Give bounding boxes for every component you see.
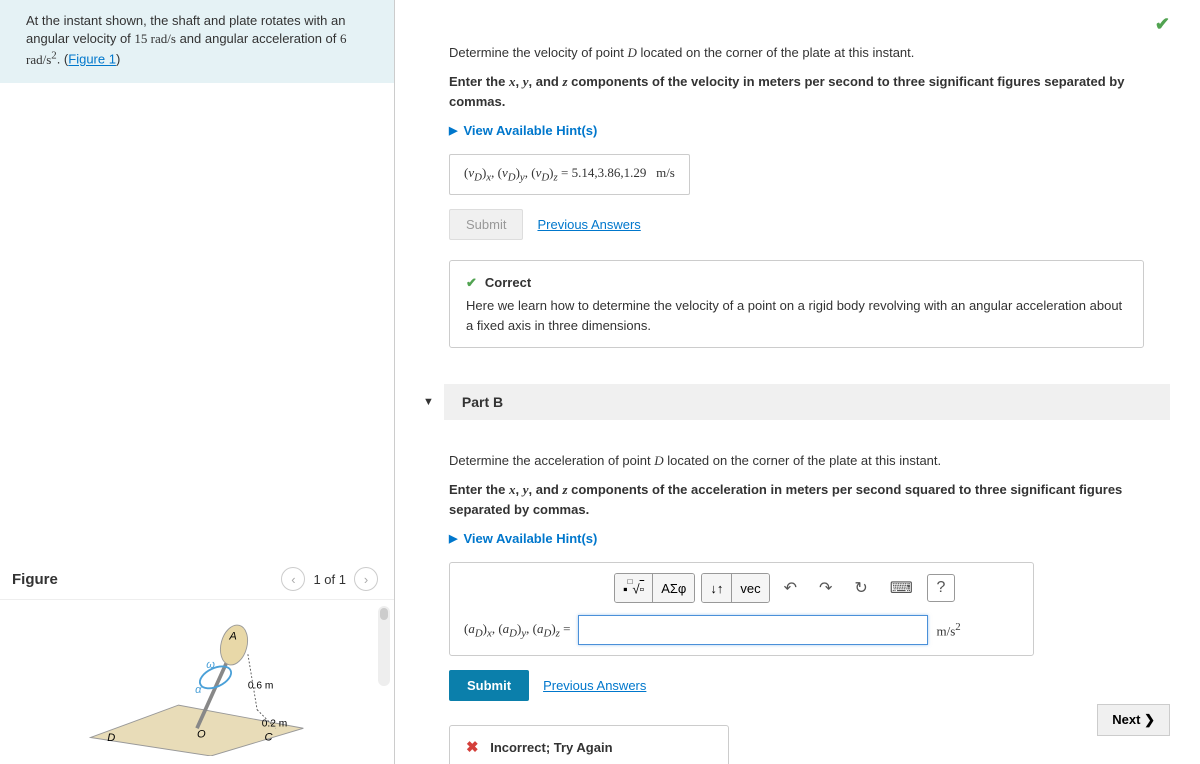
svg-text:0.6 m: 0.6 m — [248, 680, 273, 691]
part-b-submit-button[interactable]: Submit — [449, 670, 529, 701]
caret-right-icon: ▶ — [449, 532, 457, 545]
svg-text:C: C — [265, 731, 274, 743]
figure-diagram: A ω α 0.6 m 0.2 m D C O — [8, 608, 386, 756]
redo-icon[interactable]: ↷ — [811, 574, 840, 602]
part-b-hints-toggle[interactable]: ▶ View Available Hint(s) — [449, 531, 1144, 546]
svg-text:α: α — [195, 684, 202, 696]
next-button[interactable]: Next ❯ — [1097, 704, 1170, 736]
equation-toolbar: ▪□√▫ ΑΣφ ↓↑ vec ↶ ↷ ↻ ⌨ ? — [614, 573, 1019, 603]
figure-header: Figure ‹ 1 of 1 › — [0, 559, 394, 599]
cross-icon: ✖ — [466, 739, 479, 756]
figure-image: A ω α 0.6 m 0.2 m D C O — [0, 599, 394, 764]
omega-value: 15 — [134, 31, 150, 46]
part-a-complete-icon: ✔ — [1155, 14, 1170, 35]
part-a-feedback: ✔Correct Here we learn how to determine … — [449, 260, 1144, 349]
keyboard-icon[interactable]: ⌨ — [882, 574, 921, 602]
svg-text:D: D — [107, 732, 115, 744]
svg-text:0.2 m: 0.2 m — [262, 718, 287, 729]
svg-text:ω: ω — [206, 659, 215, 671]
tool-greek[interactable]: ΑΣφ — [653, 574, 694, 602]
svg-text:O: O — [197, 729, 206, 741]
part-b-feedback-title: Incorrect; Try Again — [490, 740, 612, 755]
figure-prev-button[interactable]: ‹ — [281, 567, 305, 591]
part-a-feedback-text: Here we learn how to determine the veloc… — [466, 296, 1127, 335]
part-b-feedback: ✖ Incorrect; Try Again — [449, 725, 729, 764]
part-a-hints-toggle[interactable]: ▶ View Available Hint(s) — [449, 123, 1144, 138]
caret-right-icon: ▶ — [449, 124, 457, 137]
check-icon: ✔ — [466, 275, 477, 290]
figure-next-button[interactable]: › — [354, 567, 378, 591]
caret-down-icon[interactable]: ▼ — [423, 396, 434, 408]
part-b-previous-answers[interactable]: Previous Answers — [543, 678, 646, 693]
reset-icon[interactable]: ↻ — [846, 574, 875, 602]
part-a-instruction: Enter the x, y, and z components of the … — [449, 72, 1144, 111]
part-b-entry-area: ▪□√▫ ΑΣφ ↓↑ vec ↶ ↷ ↻ ⌨ ? (aD)x, (aD)y, … — [449, 562, 1034, 656]
tool-subsup[interactable]: ↓↑ — [702, 574, 732, 602]
figure-pager: 1 of 1 — [313, 572, 346, 587]
part-b-lhs: (aD)x, (aD)y, (aD)z = — [464, 621, 570, 640]
part-b-answer-input[interactable] — [578, 615, 928, 645]
part-b-header[interactable]: Part B — [444, 384, 1170, 420]
part-b-unit: m/s2 — [936, 621, 960, 639]
undo-icon[interactable]: ↶ — [776, 574, 805, 602]
figure-title: Figure — [12, 571, 277, 588]
figure-link[interactable]: Figure 1 — [68, 52, 116, 67]
left-panel: At the instant shown, the shaft and plat… — [0, 0, 395, 764]
help-icon[interactable]: ? — [927, 574, 955, 602]
problem-statement: At the instant shown, the shaft and plat… — [0, 0, 394, 83]
part-b-question: Determine the acceleration of point D lo… — [449, 452, 1144, 470]
alpha-value: 6 — [340, 31, 347, 46]
part-a-submit-button: Submit — [449, 209, 523, 240]
part-a-previous-answers[interactable]: Previous Answers — [537, 217, 640, 232]
part-a-answer-box: (vD)x, (vD)y, (vD)z = 5.14,3.86,1.29 m/s — [449, 154, 690, 195]
right-panel: ✔ Determine the velocity of point D loca… — [395, 0, 1200, 764]
part-b-instruction: Enter the x, y, and z components of the … — [449, 480, 1144, 519]
tool-templates[interactable]: ▪□√▫ — [615, 574, 653, 602]
chevron-right-icon: ❯ — [1144, 712, 1155, 727]
tool-vec[interactable]: vec — [732, 574, 768, 602]
svg-text:A: A — [228, 630, 236, 642]
part-a-question: Determine the velocity of point D locate… — [449, 44, 1144, 62]
figure-scrollbar[interactable] — [378, 606, 390, 686]
